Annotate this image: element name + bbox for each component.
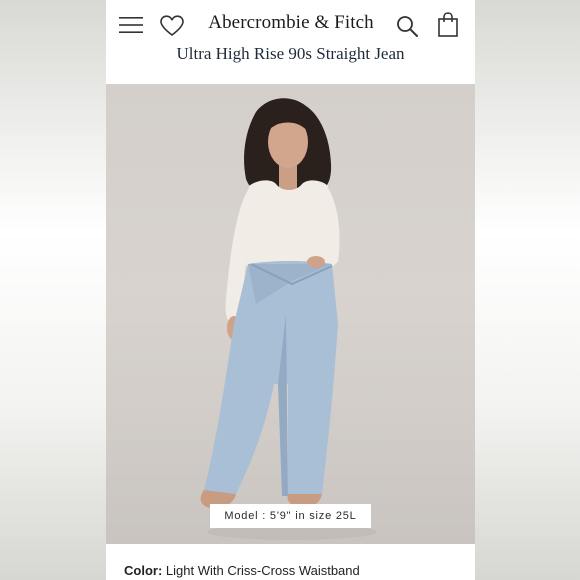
- color-value: Light With Criss-Cross Waistband: [165, 563, 360, 578]
- brand-logo[interactable]: Abercrombie & Fitch: [196, 12, 386, 34]
- model-info-badge: Model : 5'9" in size 25L: [210, 504, 371, 528]
- model-photo: [200, 98, 377, 540]
- color-info: Color: Light With Criss-Cross Waistband: [124, 563, 360, 578]
- product-title: Ultra High Rise 90s Straight Jean: [176, 44, 405, 63]
- heart-icon[interactable]: [160, 15, 184, 37]
- menu-icon[interactable]: [119, 15, 143, 35]
- product-image[interactable]: Model : 5'9" in size 25L: [106, 84, 475, 544]
- app-screen: Abercrombie & Fitch Ultra High Rise 90s …: [106, 0, 475, 580]
- color-label: Color:: [124, 563, 163, 578]
- bag-icon[interactable]: [437, 12, 459, 38]
- header: Abercrombie & Fitch Ultra High Rise 90s …: [106, 0, 475, 84]
- search-icon[interactable]: [395, 14, 419, 38]
